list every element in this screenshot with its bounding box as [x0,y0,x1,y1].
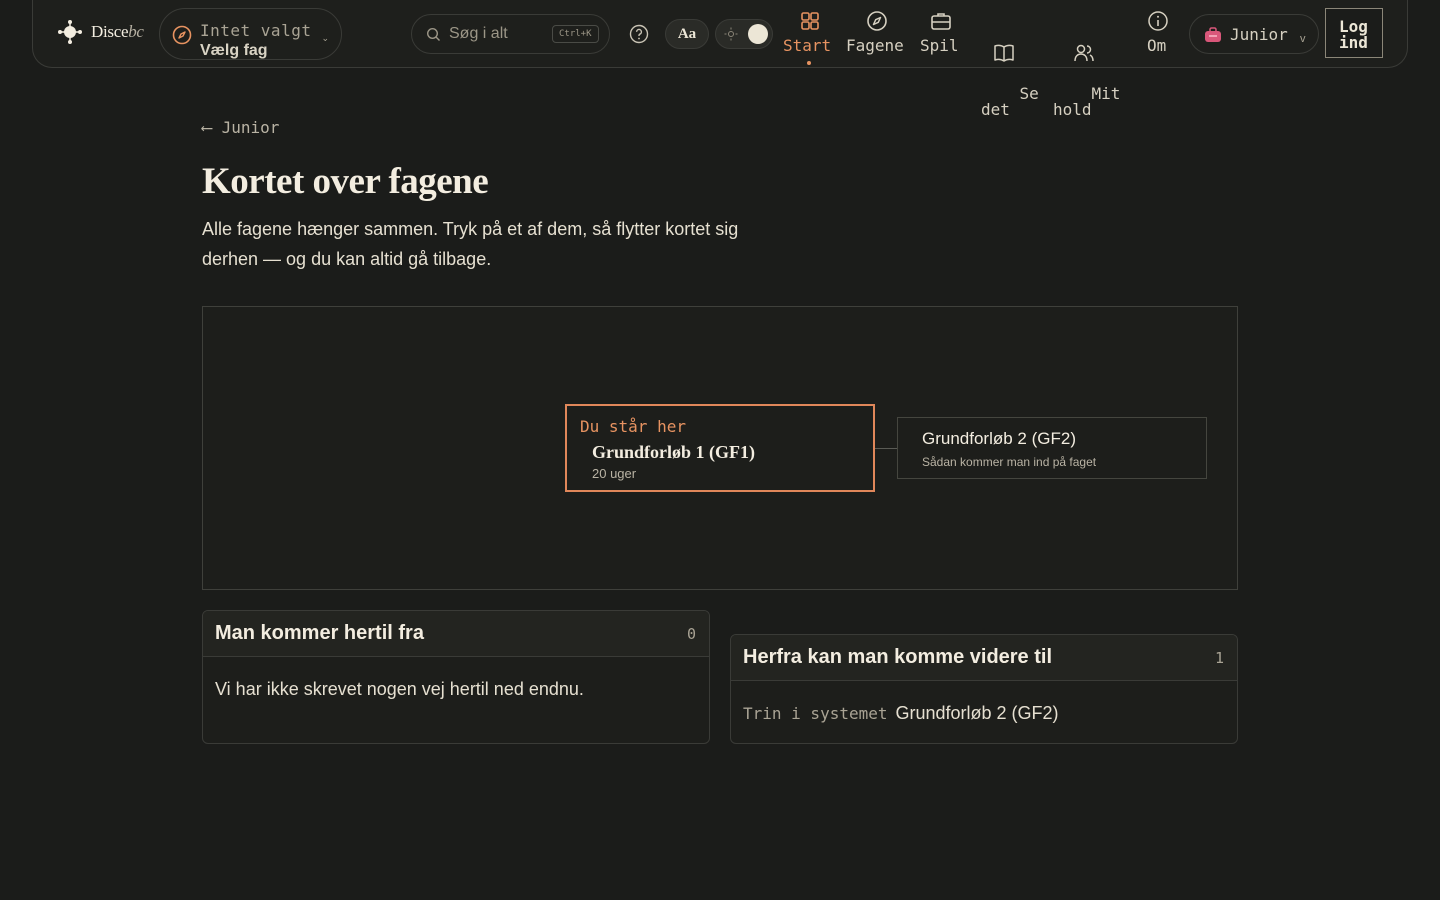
logo-text: Discebc [91,22,144,41]
map-node-duration: 20 uger [592,466,637,481]
chevron-down-icon: v [1300,33,1306,45]
level-selector-label: Junior [1230,25,1288,44]
chevron-down-icon: ⌄ [321,33,329,43]
page-title: Kortet over fagene [202,161,489,202]
nav-start-label: Start [783,36,832,55]
grid-icon [801,12,819,30]
help-icon[interactable] [629,24,649,44]
page-lead: Alle fagene hænger sammen. Tryk på et af… [202,219,739,269]
panel-title: Herfra kan man komme videre til [743,646,1053,668]
nav-fagene-label: Fagene [846,36,904,55]
briefcase-icon [931,13,951,30]
font-size-button[interactable]: Aa [665,19,709,49]
nav-om[interactable]: Om [1147,10,1169,54]
map-node-current[interactable]: Du står her Grundforløb 1 (GF1) 20 uger [565,404,875,492]
nav-mit-hold-label: Mit hold [1053,84,1121,119]
compass-icon [867,11,887,31]
top-navigation-bar: Discebc Intet valgt Vælg fag ⌄ Søg i alt… [32,0,1408,118]
back-link-label: Junior [221,118,280,137]
nav-mit-hold[interactable]: Mit hold [1053,10,1120,134]
login-button[interactable]: Log ind [1325,8,1383,58]
list-item-type: Trin i systemet [743,704,888,723]
panel-header: Herfra kan man komme videre til 1 [731,635,1237,681]
compass-icon [172,25,192,45]
map-node-name: Grundforløb 2 (GF2) [922,429,1076,448]
nav-start[interactable]: Start [783,10,832,65]
back-link[interactable]: ⟵ Junior [202,118,279,137]
search-placeholder: Søg i alt [449,25,508,42]
search-shortcut-badge: Ctrl+K [552,25,599,43]
nav-spil-label: Spil [920,36,959,55]
arrow-left-icon: ⟵ [202,118,212,137]
map-node-next[interactable]: Grundforløb 2 (GF2) Sådan kommer man ind… [897,417,1207,479]
subject-map[interactable]: Du står her Grundforløb 1 (GF1) 20 uger … [202,306,1238,590]
logo[interactable]: Discebc [55,17,144,47]
panel-header: Man kommer hertil fra 0 [203,611,709,657]
panel-body: Vi har ikke skrevet nogen vej hertil ned… [203,657,709,722]
current-position-label: Du står her [580,417,686,436]
panel-count: 0 [686,625,696,643]
theme-toggle[interactable] [715,19,773,49]
list-item[interactable]: Trin i systemet Grundforløb 2 (GF2) [743,703,1225,724]
nav-se-det[interactable]: Se det [981,10,1039,134]
nav-spil[interactable]: Spil [920,10,959,54]
nav-om-label: Om [1147,36,1167,55]
list-item-name: Grundforløb 2 (GF2) [895,703,1059,723]
info-icon [1148,11,1168,31]
subject-picker-label: Vælg fag [200,42,268,59]
map-node-name: Grundforløb 1 (GF1) [592,442,756,462]
nav-fagene[interactable]: Fagene [846,10,904,54]
users-icon [1074,44,1094,62]
empty-state-text: Vi har ikke skrevet nogen vej hertil ned… [215,679,584,699]
search-icon [426,27,440,41]
book-icon [994,44,1014,62]
sun-icon [724,27,738,41]
map-node-description: Sådan kommer man ind på faget [922,455,1097,469]
incoming-paths-panel: Man kommer hertil fra 0 Vi har ikke skre… [202,610,710,744]
map-connector [875,448,897,449]
subject-picker[interactable]: Intet valgt Vælg fag ⌄ [159,8,342,60]
level-selector[interactable]: Junior v [1189,14,1319,54]
logo-icon [58,20,82,44]
active-indicator [807,61,811,65]
toggle-knob [748,24,768,44]
nav-se-det-label: Se det [981,84,1039,119]
panel-body: Trin i systemet Grundforløb 2 (GF2) [731,681,1237,743]
panel-count: 1 [1214,649,1224,667]
outgoing-paths-panel: Herfra kan man komme videre til 1 Trin i… [730,634,1238,744]
backpack-icon [1205,27,1221,42]
search-input[interactable]: Søg i alt Ctrl+K [411,14,610,54]
subject-picker-status: Intet valgt [200,21,312,40]
panel-title: Man kommer hertil fra [215,622,424,644]
